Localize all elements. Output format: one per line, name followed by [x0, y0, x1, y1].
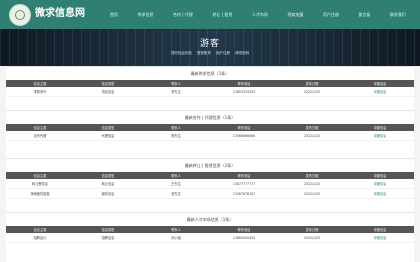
cell-subject[interactable]: 招聘会计	[6, 235, 74, 240]
cell-contact: 孙小姐	[171, 236, 181, 240]
details-link[interactable]: 详细信息	[346, 89, 414, 94]
table-row: 求购茶叶 供应信息 李先生 13803333333 2022/1/25 详细信息	[6, 87, 414, 97]
cell-type: 招聘信息	[101, 236, 115, 240]
nav-item-talent[interactable]: 人才市场	[250, 12, 270, 18]
change-password-link[interactable]: 修改密码	[235, 51, 249, 55]
cell-contact: 张先生	[171, 192, 181, 196]
column-header: 详细信息	[373, 228, 387, 232]
cell-date: 2022/1/25	[303, 181, 321, 186]
column-header: 信息类型	[101, 174, 115, 178]
column-header: 详细信息	[373, 126, 387, 130]
talent-info-section: 最新人才市场信息（1条） 信息主题 信息类型 联系人 联系电话 发布日期 详细信…	[6, 212, 414, 243]
site-title: 微求信息网	[35, 8, 85, 19]
column-header: 联系人	[171, 82, 181, 86]
table-row: 合作代理 代理信息 陈先生 13566666666 2022/1/25 详细信息	[6, 131, 414, 141]
cell-type: 转让信息	[101, 182, 115, 186]
column-header: 发布日期	[305, 228, 319, 232]
column-header: 发布日期	[305, 174, 319, 178]
details-link[interactable]: 详细信息	[346, 133, 414, 138]
table-header: 信息主题 信息类型 联系人 联系电话 发布日期 详细信息	[6, 172, 414, 179]
cell-date: 2022/1/25	[303, 133, 321, 138]
cell-type: 代理信息	[101, 134, 115, 138]
column-header: 联系人	[171, 228, 181, 232]
column-header: 详细信息	[373, 82, 387, 86]
cell-date: 2022/1/25	[303, 191, 321, 196]
nav-item-supply[interactable]: 供求信息	[136, 12, 156, 18]
transfer-info-section: 最新转让 | 租赁信息（2条） 信息主题 信息类型 联系人 联系电话 发布日期 …	[6, 158, 414, 199]
nav-item-franchise[interactable]: 招商加盟	[285, 12, 305, 18]
cell-contact: 陈先生	[171, 134, 181, 138]
table-header: 信息主题 信息类型 联系人 联系电话 发布日期 详细信息	[6, 80, 414, 87]
cell-date: 2022/1/25	[303, 235, 321, 240]
column-header: 信息类型	[101, 82, 115, 86]
cell-phone: 13877777777	[232, 181, 256, 186]
supply-info-section: 最新供求信息（1条） 信息主题 信息类型 联系人 联系电话 发布日期 详细信息 …	[6, 66, 414, 97]
column-header: 信息主题	[33, 82, 47, 86]
cell-subject[interactable]: 转让餐饮店	[6, 181, 74, 186]
main-content: 最新供求信息（1条） 信息主题 信息类型 联系人 联系电话 发布日期 详细信息 …	[6, 66, 414, 262]
cell-subject[interactable]: 场地租赁招租	[6, 191, 74, 196]
table-row: 场地租赁招租 租赁信息 张先生 13367878787 2022/1/25 详细…	[6, 189, 414, 199]
cell-type: 供应信息	[101, 90, 115, 94]
user-links: 您好欢迎光临 登录账号 用户注册 修改密码	[0, 51, 420, 56]
cell-contact: 李先生	[171, 90, 181, 94]
nav-item-message-board[interactable]: 留言板	[356, 12, 372, 18]
hero-banner: 游客 您好欢迎光临 登录账号 用户注册 修改密码	[0, 29, 420, 66]
column-header: 联系人	[171, 174, 181, 178]
section-title: 最新合作 | 代理信息（1条）	[6, 110, 414, 124]
column-header: 信息主题	[33, 174, 47, 178]
column-header: 联系人	[171, 126, 181, 130]
register-link[interactable]: 用户注册	[216, 51, 230, 55]
site-logo-icon	[9, 4, 31, 26]
details-link[interactable]: 详细信息	[346, 235, 414, 240]
cell-phone: 13367878787	[232, 191, 256, 196]
top-navigation-bar: 微求信息网 首页 供求信息 合作 | 代理 转让 | 租赁 人才市场 招商加盟 …	[0, 0, 420, 29]
table-header: 信息主题 信息类型 联系人 联系电话 发布日期 详细信息	[6, 124, 414, 131]
cell-phone: 13803333333	[232, 89, 256, 94]
column-header: 发布日期	[305, 82, 319, 86]
nav-item-contact[interactable]: 联系我们	[388, 12, 408, 18]
section-title: 最新转让 | 租赁信息（2条）	[6, 158, 414, 172]
column-header: 联系电话	[237, 174, 251, 178]
table-header: 信息主题 信息类型 联系人 联系电话 发布日期 详细信息	[6, 226, 414, 233]
column-header: 联系电话	[237, 126, 251, 130]
cell-date: 2022/1/25	[303, 89, 321, 94]
column-header: 联系电话	[237, 82, 251, 86]
cell-contact: 王先生	[171, 182, 181, 186]
column-header: 发布日期	[305, 126, 319, 130]
details-link[interactable]: 详细信息	[346, 181, 414, 186]
main-navigation: 首页 供求信息 合作 | 代理 转让 | 租赁 人才市场 招商加盟 用户注册 留…	[108, 0, 408, 29]
column-header: 详细信息	[373, 174, 387, 178]
login-link[interactable]: 登录账号	[197, 51, 211, 55]
user-greeting-title: 游客	[199, 39, 220, 49]
cell-phone: 13566666666	[232, 133, 256, 138]
cell-phone: 13864545454	[232, 235, 256, 240]
section-title: 最新人才市场信息（1条）	[6, 212, 414, 226]
table-row: 转让餐饮店 转让信息 王先生 13877777777 2022/1/25 详细信…	[6, 179, 414, 189]
cell-type: 租赁信息	[101, 192, 115, 196]
cell-subject[interactable]: 合作代理	[6, 133, 74, 138]
column-header: 联系电话	[237, 228, 251, 232]
nav-item-cooperation[interactable]: 合作 | 代理	[171, 12, 195, 18]
column-header: 信息主题	[33, 228, 47, 232]
nav-item-home[interactable]: 首页	[108, 12, 120, 18]
welcome-text: 您好欢迎光临	[170, 51, 192, 55]
cooperation-info-section: 最新合作 | 代理信息（1条） 信息主题 信息类型 联系人 联系电话 发布日期 …	[6, 110, 414, 141]
column-header: 信息类型	[101, 228, 115, 232]
section-title: 最新供求信息（1条）	[6, 66, 414, 80]
cell-subject[interactable]: 求购茶叶	[6, 89, 74, 94]
column-header: 信息类型	[101, 126, 115, 130]
nav-item-register[interactable]: 用户注册	[321, 12, 341, 18]
details-link[interactable]: 详细信息	[346, 191, 414, 196]
table-row: 招聘会计 招聘信息 孙小姐 13864545454 2022/1/25 详细信息	[6, 233, 414, 243]
nav-item-transfer[interactable]: 转让 | 租赁	[210, 12, 234, 18]
column-header: 信息主题	[33, 126, 47, 130]
